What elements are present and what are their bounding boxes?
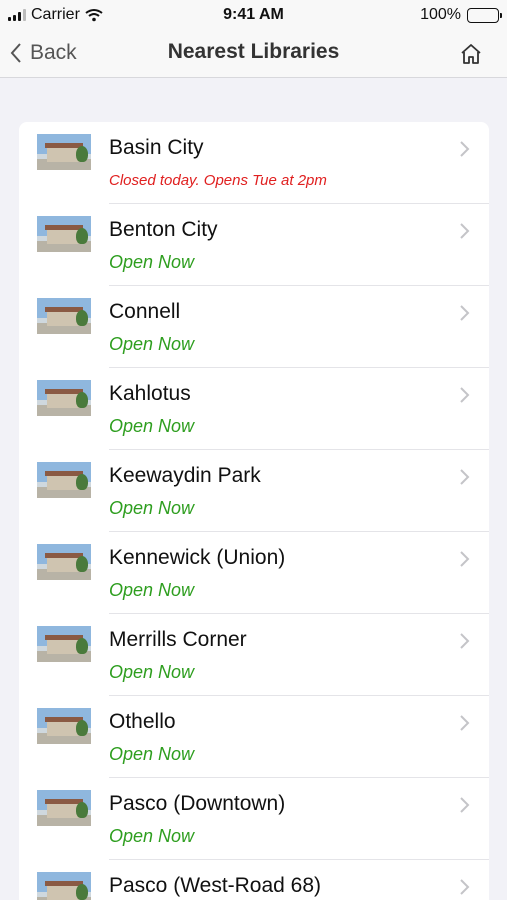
back-label: Back — [30, 41, 77, 64]
home-icon[interactable] — [459, 42, 483, 66]
battery-percent: 100% — [420, 6, 461, 23]
library-photo — [37, 790, 91, 826]
chevron-right-icon — [460, 141, 470, 157]
library-name: Pasco (Downtown) — [109, 792, 286, 815]
library-name: Kennewick (Union) — [109, 546, 286, 569]
back-button[interactable]: Back — [10, 38, 77, 68]
status-right: 100% — [420, 6, 502, 24]
library-name: Connell — [109, 300, 181, 323]
chevron-right-icon — [460, 879, 470, 895]
library-name: Kahlotus — [109, 382, 191, 405]
library-name: Pasco (West-Road 68) — [109, 874, 322, 897]
library-photo — [37, 544, 91, 580]
library-status: Open Now — [109, 826, 195, 846]
library-status: Open Now — [109, 334, 195, 354]
chevron-right-icon — [460, 551, 470, 567]
library-name: Merrills Corner — [109, 628, 247, 651]
library-name: Othello — [109, 710, 176, 733]
library-status: Open Now — [109, 744, 195, 764]
library-photo — [37, 626, 91, 662]
library-name: Basin City — [109, 136, 204, 159]
library-row[interactable]: Kennewick (Union) Open Now — [19, 532, 489, 614]
library-row[interactable]: Othello Open Now — [19, 696, 489, 778]
library-status: Open Now — [109, 252, 195, 272]
nav-bar: Back Nearest Libraries — [0, 30, 507, 78]
library-photo — [37, 298, 91, 334]
library-photo — [37, 216, 91, 252]
library-status: Open Now — [109, 416, 195, 436]
library-status: Open Now — [109, 662, 195, 682]
chevron-right-icon — [460, 387, 470, 403]
library-row[interactable]: Pasco (Downtown) Open Now — [19, 778, 489, 860]
library-photo — [37, 708, 91, 744]
chevron-right-icon — [460, 633, 470, 649]
library-photo — [37, 462, 91, 498]
library-row[interactable]: Connell Open Now — [19, 286, 489, 368]
battery-icon — [467, 7, 502, 23]
library-row[interactable]: Merrills Corner Open Now — [19, 614, 489, 696]
library-name: Keewaydin Park — [109, 464, 261, 487]
library-status: Closed today. Opens Tue at 2pm — [109, 172, 327, 189]
chevron-left-icon — [10, 43, 21, 63]
library-row[interactable]: Pasco (West-Road 68)Open Now — [19, 860, 489, 900]
chevron-right-icon — [460, 797, 470, 813]
library-photo — [37, 380, 91, 416]
chevron-right-icon — [460, 305, 470, 321]
status-bar: Carrier 9:41 AM 100% — [0, 0, 507, 30]
library-row[interactable]: Kahlotus Open Now — [19, 368, 489, 450]
library-list: Basin City Closed today. Opens Tue at 2pm… — [19, 122, 489, 900]
library-row[interactable]: Basin City Closed today. Opens Tue at 2pm — [19, 122, 489, 204]
chevron-right-icon — [460, 223, 470, 239]
library-status: Open Now — [109, 580, 195, 600]
library-row[interactable]: Keewaydin Park Open Now — [19, 450, 489, 532]
library-status: Open Now — [109, 498, 195, 518]
chevron-right-icon — [460, 715, 470, 731]
library-photo — [37, 134, 91, 170]
chevron-right-icon — [460, 469, 470, 485]
library-photo — [37, 872, 91, 900]
library-row[interactable]: Benton City Open Now — [19, 204, 489, 286]
library-name: Benton City — [109, 218, 218, 241]
